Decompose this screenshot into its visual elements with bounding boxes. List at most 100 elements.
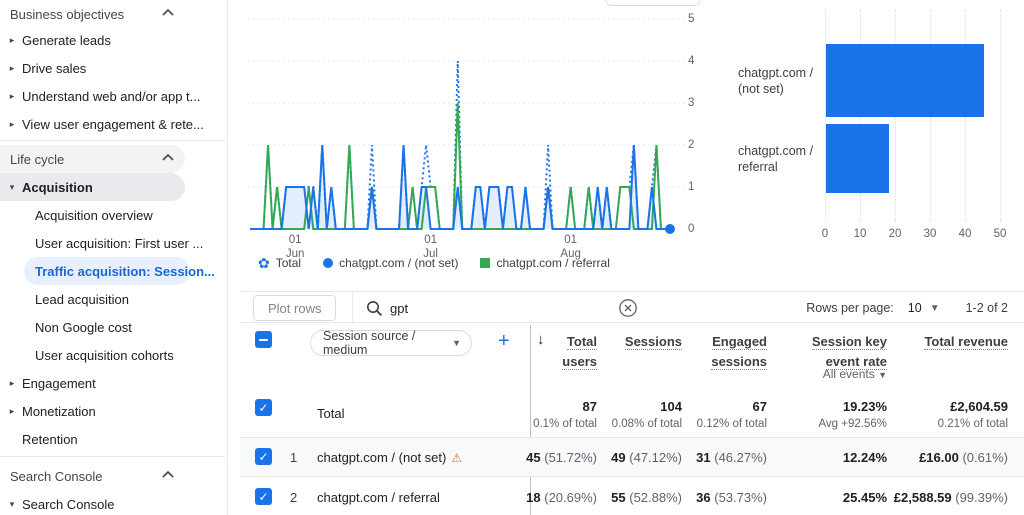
- legend-total: ✿ Total: [258, 256, 301, 270]
- divider: [240, 476, 1024, 477]
- y-axis-tick: 5: [688, 13, 710, 25]
- total-row-label: Total: [317, 406, 344, 421]
- bar-category-label: chatgpt.com /(not set): [738, 65, 822, 98]
- sidebar-item-engagement[interactable]: ▸ Engagement: [0, 369, 227, 397]
- expand-right-icon[interactable]: ▸: [6, 119, 18, 130]
- series-end-marker: [665, 224, 675, 234]
- chevron-up-icon[interactable]: [162, 470, 174, 480]
- y-axis-tick: 4: [688, 55, 710, 67]
- x-axis-tick: 10: [848, 228, 872, 240]
- column-header-total-revenue[interactable]: Total revenue: [908, 332, 1008, 352]
- row-checkbox[interactable]: ✓: [255, 448, 272, 465]
- x-axis-tick: 30: [918, 228, 942, 240]
- total-marker-icon: ✿: [258, 257, 270, 269]
- sidebar-item-acquisition[interactable]: ▾ Acquisition: [0, 173, 185, 201]
- total-revenue-total: £2,604.590.21% of total: [888, 399, 1008, 430]
- legend-notset: chatgpt.com / (not set): [323, 256, 458, 270]
- y-axis-tick: 1: [688, 181, 710, 193]
- section-label: Life cycle: [10, 152, 64, 167]
- divider: [240, 291, 1024, 292]
- column-header-engaged-sessions[interactable]: Engaged sessions: [697, 332, 767, 372]
- sidebar-divider: [0, 456, 225, 457]
- chevron-down-icon: ▼: [452, 338, 461, 348]
- analytics-app: Business objectives ▸ Generate leads ▸ D…: [0, 0, 1024, 515]
- total-row-checkbox[interactable]: ✓: [255, 399, 272, 416]
- select-all-checkbox[interactable]: [255, 331, 272, 348]
- divider: [240, 322, 1024, 323]
- divider: [240, 437, 1024, 438]
- expand-down-icon[interactable]: ▾: [6, 499, 18, 510]
- dimension-dropdown[interactable]: Session source / medium ▼: [310, 330, 472, 356]
- section-label: Business objectives: [10, 7, 124, 22]
- chevron-down-icon[interactable]: ▼: [930, 303, 940, 314]
- sidebar-item-user-acquisition[interactable]: User acquisition: First user ...: [0, 229, 227, 257]
- sidebar-item-user-acquisition-cohorts[interactable]: User acquisition cohorts: [0, 341, 227, 369]
- rows-per-page-select[interactable]: 10: [908, 301, 922, 315]
- all-events-filter[interactable]: All events ▼: [777, 367, 887, 381]
- section-search-console[interactable]: Search Console: [0, 462, 227, 490]
- legend-referral: chatgpt.com / referral: [480, 256, 609, 270]
- clear-search-icon[interactable]: [618, 298, 638, 318]
- sidebar-item-acquisition-overview[interactable]: Acquisition overview: [0, 201, 227, 229]
- sidebar-item-non-google-cost[interactable]: Non Google cost: [0, 313, 227, 341]
- sidebar-item-retention[interactable]: Retention: [0, 425, 227, 453]
- engaged-sessions-total: 670.12% of total: [647, 399, 767, 430]
- sidebar-item-search-console[interactable]: ▾ Search Console: [0, 490, 227, 515]
- indeterminate-mark: [259, 339, 268, 341]
- pagination-range: 1-2 of 2: [966, 301, 1008, 315]
- sidebar-item-traffic-acquisition-selected[interactable]: Traffic acquisition: Session...: [0, 257, 227, 285]
- sidebar-item-monetization[interactable]: ▸ Monetization: [0, 397, 227, 425]
- sessions-line-chart: [248, 8, 688, 240]
- sidebar-divider-vertical: [227, 0, 228, 515]
- x-axis-tick: 0: [813, 228, 837, 240]
- y-axis-tick: 3: [688, 97, 710, 109]
- add-dimension-icon[interactable]: +: [498, 330, 510, 353]
- search-icon: [366, 300, 383, 317]
- bar-1: [826, 124, 889, 193]
- report-nav-sidebar: Business objectives ▸ Generate leads ▸ D…: [0, 0, 227, 515]
- sidebar-divider: [0, 140, 225, 141]
- chevron-up-icon[interactable]: [162, 153, 174, 163]
- rows-per-page-label: Rows per page:: [806, 301, 894, 315]
- traffic-acquisition-report: 012345 01Jun01Jul01Aug ✿ Total chatgpt.c…: [240, 0, 1024, 515]
- x-axis-tick: 40: [953, 228, 977, 240]
- sidebar-item-generate-leads[interactable]: ▸ Generate leads: [0, 26, 227, 54]
- expand-right-icon[interactable]: ▸: [6, 35, 18, 46]
- warning-icon: ⚠: [451, 451, 462, 465]
- sidebar-item-understand-traffic[interactable]: ▸ Understand web and/or app t...: [0, 82, 227, 110]
- bar-0: [826, 44, 984, 117]
- x-axis-tick: 20: [883, 228, 907, 240]
- chart-legend: ✿ Total chatgpt.com / (not set) chatgpt.…: [258, 256, 610, 270]
- expand-down-icon[interactable]: ▾: [6, 182, 18, 193]
- y-axis-tick: 2: [688, 139, 710, 151]
- y-axis-tick: 0: [688, 223, 710, 235]
- section-label: Search Console: [10, 469, 103, 484]
- key-event-rate-total: 19.23%Avg +92.56%: [767, 399, 887, 430]
- chevron-up-icon[interactable]: [162, 8, 174, 18]
- sidebar-item-view-engagement[interactable]: ▸ View user engagement & rete...: [0, 110, 227, 138]
- expand-right-icon[interactable]: ▸: [6, 406, 18, 417]
- row-checkbox[interactable]: ✓: [255, 488, 272, 505]
- bar-category-label: chatgpt.com /referral: [738, 143, 822, 176]
- circle-marker-icon: [323, 258, 333, 268]
- column-header-sessions[interactable]: Sessions: [602, 332, 682, 352]
- sidebar-item-lead-acquisition[interactable]: Lead acquisition: [0, 285, 227, 313]
- section-business-objectives[interactable]: Business objectives: [0, 0, 227, 28]
- column-header-total-users[interactable]: Total users: [535, 332, 597, 372]
- section-life-cycle[interactable]: Life cycle: [0, 145, 185, 173]
- expand-right-icon[interactable]: ▸: [6, 91, 18, 102]
- plot-rows-button[interactable]: Plot rows: [253, 295, 336, 321]
- divider-vertical: [352, 291, 353, 322]
- expand-right-icon[interactable]: ▸: [6, 378, 18, 389]
- square-marker-icon: [480, 258, 490, 268]
- pagination-controls: Rows per page: 10 ▼ 1-2 of 2: [806, 301, 1008, 315]
- gridline: [1000, 10, 1001, 222]
- row-dimension-value: chatgpt.com / (not set)⚠: [317, 450, 462, 465]
- table-search-input[interactable]: gpt: [390, 301, 408, 316]
- expand-right-icon[interactable]: ▸: [6, 63, 18, 74]
- total-users-bar-chart: [825, 10, 1001, 222]
- sidebar-item-drive-sales[interactable]: ▸ Drive sales: [0, 54, 227, 82]
- row-dimension-value: chatgpt.com / referral: [317, 490, 440, 505]
- cutoff-control: [605, 0, 701, 6]
- x-axis-tick: 50: [988, 228, 1012, 240]
